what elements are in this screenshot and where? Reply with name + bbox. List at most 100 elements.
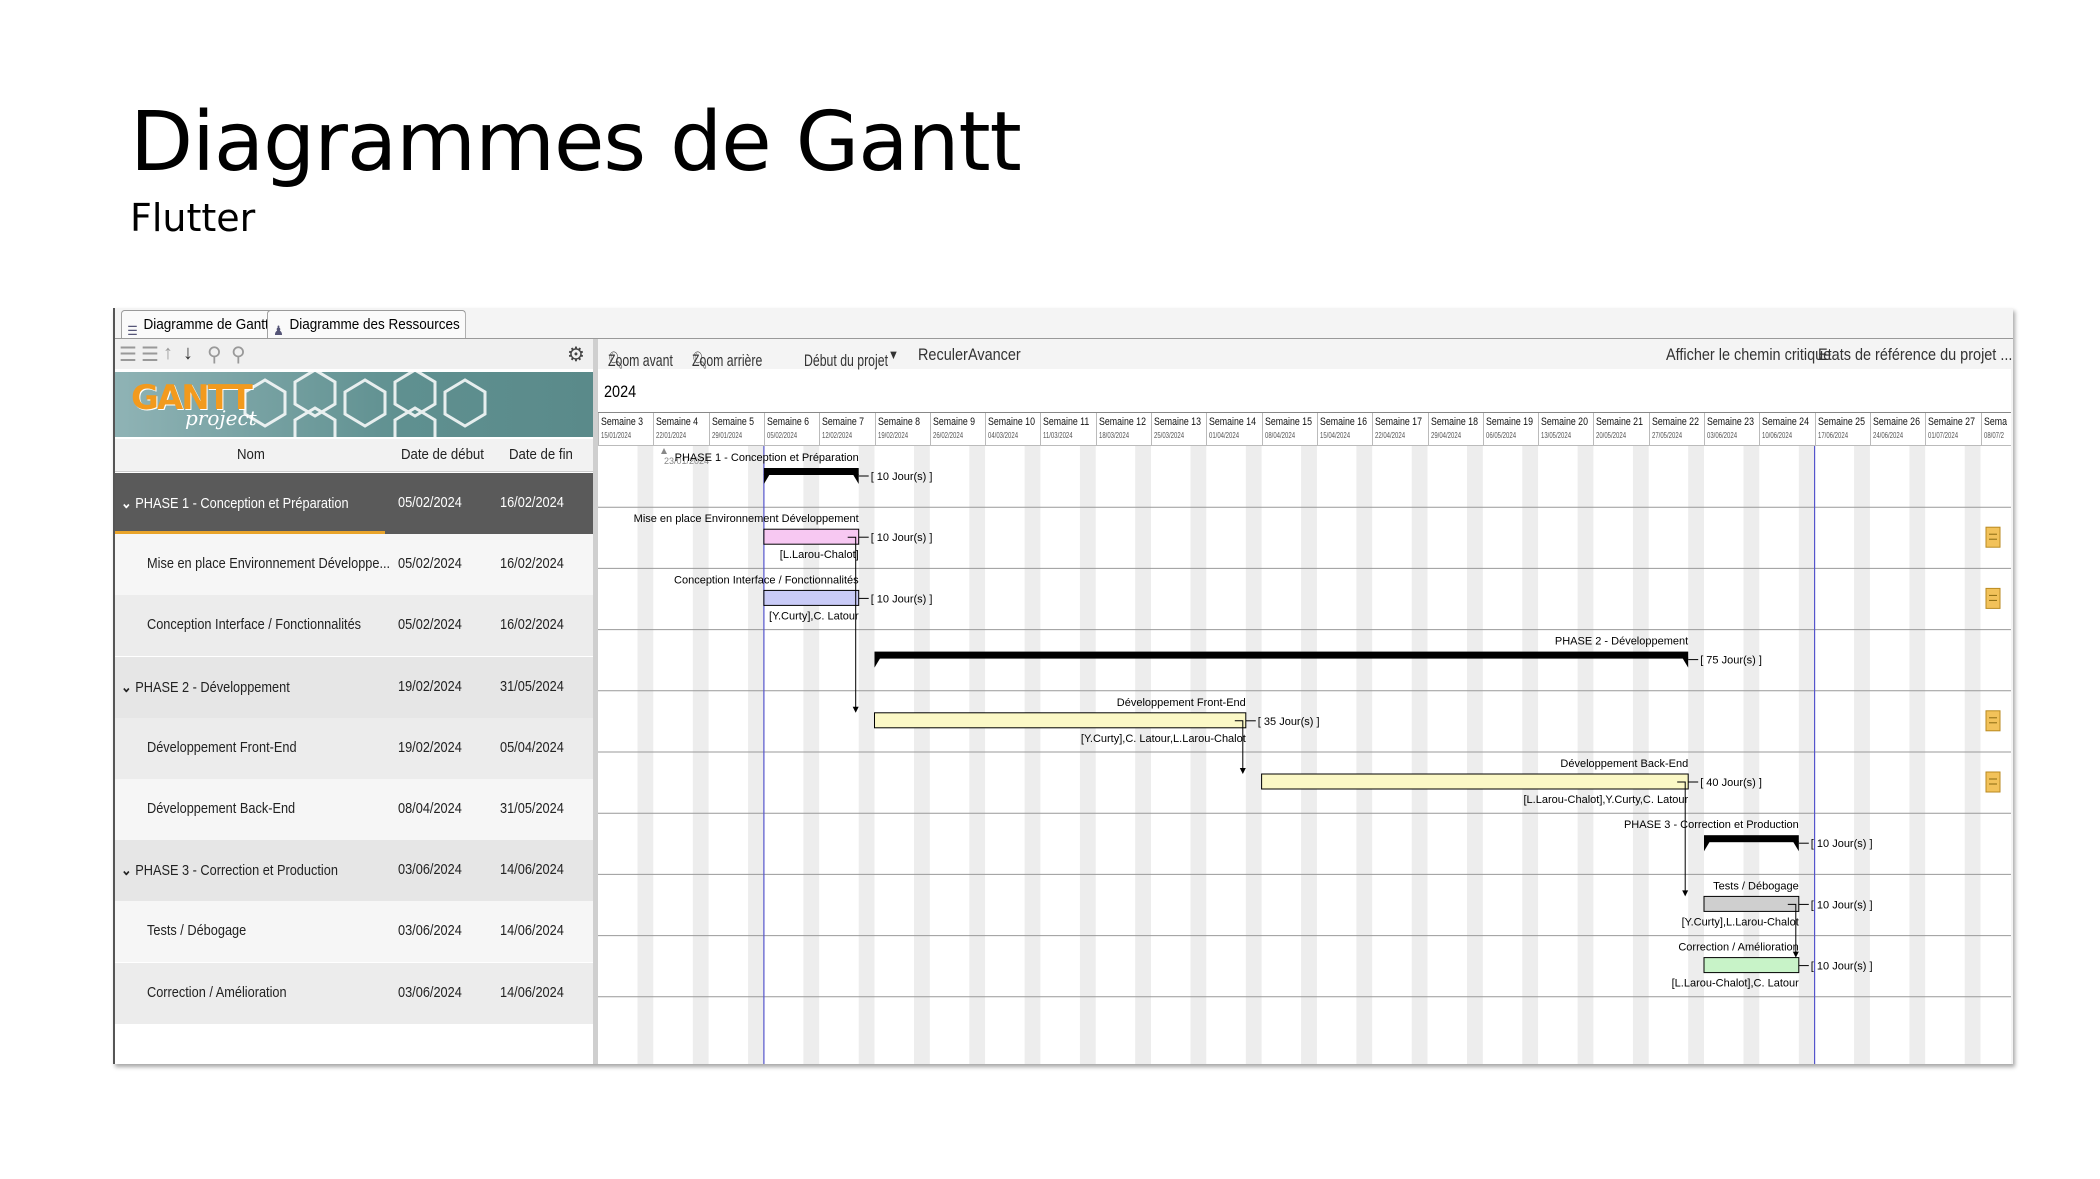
critical-path-button[interactable]: Afficher le chemin critique bbox=[1666, 345, 1831, 365]
bar-resources-label: [L.Larou-Chalot],Y.Curty,C. Latour bbox=[1524, 794, 1689, 806]
phase-summary-bar bbox=[1704, 835, 1799, 843]
task-row[interactable]: Développement Back-End 08/04/2024 31/05/20… bbox=[115, 779, 593, 840]
task-row[interactable]: Conception Interface / Fonctionnalités 05… bbox=[115, 595, 593, 657]
chart-toolbar: 🔍︎ Zoom avant 🔍︎ Zoom arrière Début du p… bbox=[598, 339, 2012, 370]
start-date-cell: 03/06/2024 bbox=[398, 983, 462, 1001]
phase-row[interactable]: ⌄ PHASE 2 - Développement 19/02/2024 31/05… bbox=[115, 656, 593, 718]
week-header: Semaine 5 29/01/2024 bbox=[708, 413, 765, 445]
week-header: Semaine 10 04/03/2024 bbox=[985, 413, 1041, 445]
dependency-arrowhead bbox=[1792, 951, 1799, 958]
week-header: Semaine 19 06/05/2024 bbox=[1482, 413, 1539, 445]
task-name-cell: Correction / Amélioration bbox=[147, 984, 287, 1001]
move-up-icon[interactable]: ↑ bbox=[163, 342, 173, 365]
end-date-cell: 16/02/2024 bbox=[500, 494, 564, 511]
week-label: Semaine 11 bbox=[1043, 416, 1090, 428]
week-date: 22/01/2024 bbox=[656, 431, 687, 440]
week-date: 05/02/2024 bbox=[766, 431, 797, 440]
ganttproject-logo: GANTT project bbox=[115, 372, 593, 437]
logo-sub-text: project bbox=[185, 406, 257, 430]
week-header: Semaine 23 03/06/2024 bbox=[1704, 413, 1760, 445]
back-button[interactable]: Reculer bbox=[918, 345, 968, 365]
task-row[interactable]: Correction / Amélioration 03/06/2024 14/06… bbox=[115, 962, 593, 1024]
weekend-stripe bbox=[637, 446, 654, 1064]
start-date-cell: 03/06/2024 bbox=[398, 922, 462, 940]
expand-chevron-icon[interactable]: ⌄ bbox=[121, 862, 135, 879]
baselines-button[interactable]: Etats de référence du projet ... bbox=[1818, 345, 2012, 365]
start-date-cell: 03/06/2024 bbox=[398, 861, 462, 879]
phase-row[interactable]: ⌄ PHASE 3 - Correction et Production 03/0… bbox=[115, 840, 593, 902]
week-header: Semaine 21 20/05/2024 bbox=[1593, 413, 1649, 445]
bar-duration-label: [ 10 Jour(s) ] bbox=[871, 532, 933, 544]
week-label: Semaine 19 bbox=[1485, 416, 1533, 428]
bar-title-label: Conception Interface / Fonctionnalités bbox=[674, 574, 859, 586]
week-date: 29/01/2024 bbox=[711, 431, 742, 440]
week-label: Semaine 23 bbox=[1707, 416, 1754, 428]
start-date-cell: 19/02/2024 bbox=[398, 677, 462, 695]
header-name[interactable]: Nom bbox=[237, 446, 265, 463]
weekend-stripe bbox=[1522, 446, 1539, 1064]
week-date: 06/05/2024 bbox=[1485, 431, 1516, 440]
phase-bar-left-cap bbox=[763, 474, 770, 484]
weekend-stripe bbox=[969, 446, 986, 1064]
notes-icon bbox=[1985, 771, 2001, 793]
task-name-cell: Développement Back-End bbox=[147, 800, 295, 817]
task-name-cell: Développement Front-End bbox=[147, 739, 297, 756]
week-label: Semaine 9 bbox=[932, 416, 975, 428]
task-name-text: Conception Interface / Fonctionnalités bbox=[147, 616, 362, 634]
move-down-icon[interactable]: ↓ bbox=[183, 342, 193, 365]
expand-chevron-icon[interactable]: ⌄ bbox=[121, 679, 135, 696]
week-date: 15/01/2024 bbox=[601, 431, 632, 440]
dependency-arrow bbox=[847, 536, 857, 709]
outdent-icon[interactable]: ☰ bbox=[119, 342, 137, 367]
week-header: Semaine 8 19/02/2024 bbox=[874, 413, 931, 445]
week-date: 29/04/2024 bbox=[1430, 431, 1461, 440]
week-header: Semaine 17 22/04/2024 bbox=[1372, 413, 1428, 445]
end-date-cell: 14/06/2024 bbox=[500, 983, 564, 1001]
phase-row[interactable]: ⌄ PHASE 1 - Conception et Préparation 05/… bbox=[115, 473, 593, 534]
gantt-chart-area[interactable]: 23/01/2024 PHASE 1 - Conception et Prépar… bbox=[598, 446, 2011, 1064]
task-row[interactable]: Développement Front-End 19/02/2024 05/04/2… bbox=[115, 717, 593, 779]
task-row[interactable]: Mise en place Environnement Développe...… bbox=[115, 534, 593, 596]
phase-bar-right-cap bbox=[1682, 657, 1689, 668]
bar-title-label: Développement Front-End bbox=[1117, 697, 1246, 709]
week-header: Semaine 3 15/01/2024 bbox=[598, 413, 654, 445]
timeline-year-header: 2024 bbox=[598, 370, 2011, 413]
week-label: Semaine 15 bbox=[1264, 416, 1312, 428]
task-name-cell: Conception Interface / Fonctionnalités bbox=[147, 616, 361, 633]
header-end-date[interactable]: Date de fin bbox=[509, 446, 573, 463]
task-toolbar: ☰ ☰ ↑ ↓ ⚲ ⚲ ⚙ bbox=[115, 339, 593, 369]
bar-title-label: PHASE 1 - Conception et Préparation bbox=[675, 452, 859, 464]
task-table-panel: ☰ ☰ ↑ ↓ ⚲ ⚲ ⚙ GANTT project Nom Date de … bbox=[115, 339, 593, 1064]
week-label: Semaine 4 bbox=[656, 416, 699, 428]
bar-title-label: Tests / Débogage bbox=[1713, 880, 1799, 892]
tab-gantt-chart[interactable]: ☰ Diagramme de Gantt bbox=[121, 310, 276, 338]
project-start-label: Début du projet bbox=[804, 351, 888, 370]
week-header: Semaine 7 12/02/2024 bbox=[819, 413, 875, 445]
phase-bar-right-cap bbox=[1792, 841, 1799, 852]
end-date-cell: 14/06/2024 bbox=[500, 861, 564, 879]
expand-chevron-icon[interactable]: ⌄ bbox=[121, 495, 135, 512]
weekend-stripe bbox=[1245, 446, 1262, 1064]
task-name-text: PHASE 1 - Conception et Préparation bbox=[135, 495, 349, 512]
indent-icon[interactable]: ☰ bbox=[141, 342, 159, 367]
task-bar bbox=[1261, 773, 1689, 790]
bar-title-label: Correction / Amélioration bbox=[1678, 942, 1798, 954]
unlink-icon[interactable]: ⚲ bbox=[231, 342, 246, 367]
start-date-cell: 19/02/2024 bbox=[398, 738, 462, 756]
tab-resources-chart[interactable]: ♟ Diagramme des Ressources bbox=[267, 310, 467, 338]
task-row[interactable]: Tests / Débogage 03/06/2024 14/06/2024 bbox=[115, 901, 593, 963]
week-label: Semaine 3 bbox=[601, 416, 644, 428]
bar-duration-label: [ 10 Jour(s) ] bbox=[871, 471, 933, 483]
forward-button[interactable]: Avancer bbox=[968, 345, 1021, 365]
task-name-cell: ⌄ PHASE 3 - Correction et Production bbox=[121, 861, 338, 879]
week-label: Semaine 21 bbox=[1596, 416, 1644, 428]
week-date: 10/06/2024 bbox=[1762, 431, 1793, 440]
header-start-date[interactable]: Date de début bbox=[401, 446, 484, 463]
phase-bar-left-cap bbox=[874, 657, 881, 668]
settings-gear-icon[interactable]: ⚙ bbox=[567, 342, 585, 367]
end-date-cell: 31/05/2024 bbox=[500, 800, 564, 817]
link-icon[interactable]: ⚲ bbox=[207, 342, 222, 367]
week-header: Semaine 26 24/06/2024 bbox=[1869, 413, 1926, 445]
gantt-svg: 23/01/2024PHASE 1 - Conception et Prépar… bbox=[598, 446, 2011, 1064]
chevron-down-icon[interactable]: ▼ bbox=[888, 347, 899, 362]
